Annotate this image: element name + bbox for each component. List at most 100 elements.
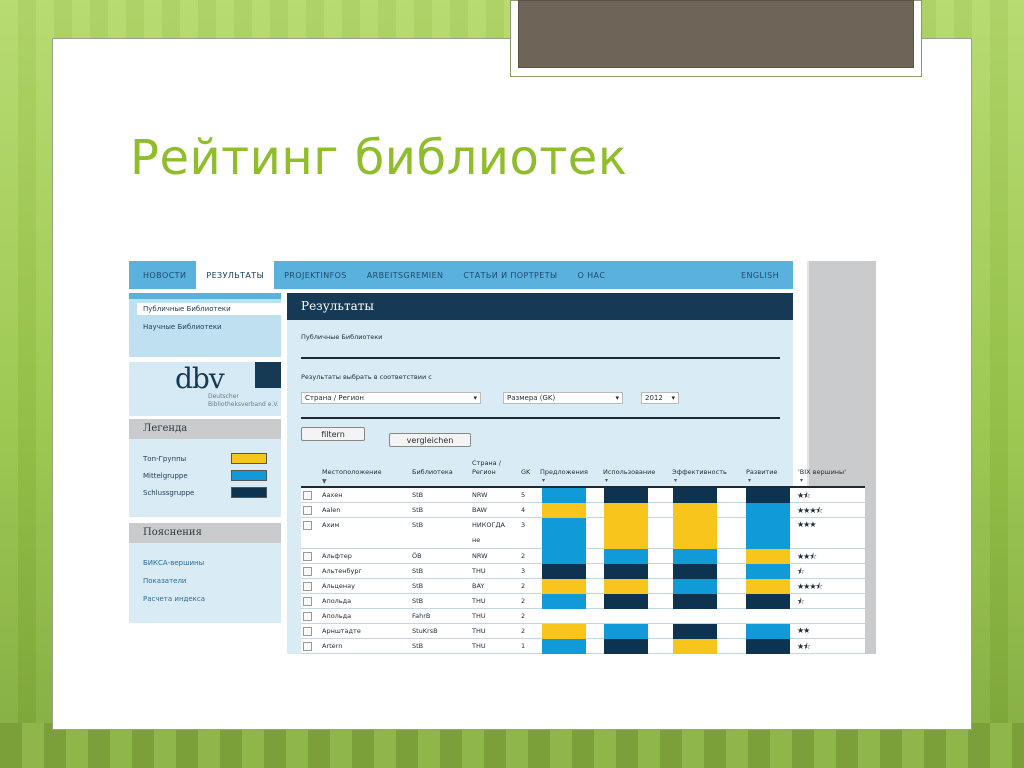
- col-development[interactable]: Развитие: [746, 468, 777, 476]
- year-select[interactable]: 2012 ▾: [641, 392, 679, 404]
- sidebar-item-scientific-libraries[interactable]: Научные Библиотеки: [143, 323, 222, 331]
- logo-subtitle: Deutscher Bibliotheksverband e.V.: [208, 393, 279, 409]
- cell-gk: 2: [521, 627, 526, 635]
- nav-item-news[interactable]: НОВОСТИ: [129, 261, 196, 289]
- link-bix-tops[interactable]: БИКСА-вершины: [143, 559, 204, 567]
- table-row[interactable]: Апольда FahrB THU 2: [301, 609, 865, 624]
- cell-library: StB: [412, 506, 424, 514]
- bix-stars: ★★★: [797, 520, 816, 529]
- region-select[interactable]: Страна / Регион ▾: [301, 392, 481, 404]
- cell-location: Ахим: [322, 521, 340, 529]
- top-nav: НОВОСТИ РЕЗУЛЬТАТЫ PROJEKTINFOS ARBEITSG…: [129, 261, 793, 289]
- col-library[interactable]: Библиотека: [412, 468, 453, 476]
- row-checkbox[interactable]: [303, 612, 312, 621]
- sort-arrow-icon[interactable]: ▾: [800, 477, 803, 484]
- link-index-calculation[interactable]: Расчета индекса: [143, 595, 205, 603]
- table-row[interactable]: Арнштадте StuKrsB THU 2 ★★: [301, 624, 865, 639]
- indicator-bar: [604, 594, 648, 609]
- cell-region: THU: [472, 567, 486, 575]
- cell-region: BAW: [472, 506, 487, 514]
- sort-arrow-icon[interactable]: ▾: [542, 477, 545, 484]
- col-location[interactable]: Местоположение: [322, 468, 382, 476]
- table-row[interactable]: Aalen StB BAW 4 ★★★⯪: [301, 503, 865, 518]
- indicator-bar: [746, 503, 790, 518]
- row-checkbox[interactable]: [303, 491, 312, 500]
- cell-location: Арнштадте: [322, 627, 361, 635]
- explanations-panel: БИКСА-вершины Показатели Расчета индекса: [129, 543, 281, 623]
- cell-region: THU: [472, 597, 486, 605]
- row-checkbox[interactable]: [303, 627, 312, 636]
- nav-item-arbeitsgremien[interactable]: ARBEITSGREMIEN: [357, 261, 454, 289]
- indicator-bar: [604, 564, 648, 579]
- row-checkbox[interactable]: [303, 506, 312, 515]
- col-region-line1[interactable]: Страна /: [472, 459, 501, 467]
- indicator-bar: [673, 549, 717, 564]
- logo-dark-block: [255, 362, 281, 388]
- table-row[interactable]: Альфтер ÖB NRW 2 ★★⯪: [301, 549, 865, 564]
- table-row[interactable]: Апольда StB THU 2 ⯪: [301, 594, 865, 609]
- col-usage[interactable]: Использование: [603, 468, 655, 476]
- bix-stars: ★★: [797, 626, 810, 635]
- compare-button[interactable]: vergleichen: [389, 433, 471, 447]
- indicator-bar: [542, 549, 586, 564]
- bix-stars: ★★★⯪: [797, 582, 823, 591]
- row-checkbox[interactable]: [303, 567, 312, 576]
- row-checkbox[interactable]: [303, 597, 312, 606]
- filter-label: Результаты выбрать в соответствии с: [301, 373, 432, 381]
- indicator-bar: [746, 518, 790, 549]
- photo-image: [518, 0, 914, 68]
- cell-library: FahrB: [412, 612, 431, 620]
- nav-item-results[interactable]: РЕЗУЛЬТАТЫ: [196, 261, 275, 289]
- indicator-bar: [746, 579, 790, 594]
- row-checkbox[interactable]: [303, 582, 312, 591]
- col-offers[interactable]: Предложения: [540, 468, 588, 476]
- sidebar-item-public-libraries[interactable]: Публичные Библиотеки: [137, 303, 281, 315]
- sort-arrow-icon[interactable]: ▼: [322, 478, 327, 485]
- cell-library: StB: [412, 582, 424, 590]
- col-gk[interactable]: GK: [521, 468, 530, 476]
- nav-item-english[interactable]: ENGLISH: [731, 261, 793, 289]
- cell-region-line2: не: [472, 536, 481, 544]
- indicator-bar: [542, 639, 586, 654]
- row-checkbox[interactable]: [303, 642, 312, 651]
- indicator-bar: [542, 594, 586, 609]
- logo-subtitle-line1: Deutscher: [208, 393, 239, 400]
- col-efficiency[interactable]: Эффективность: [672, 468, 727, 476]
- filter-button[interactable]: filtern: [301, 427, 365, 441]
- indicator-bar: [673, 594, 717, 609]
- nav-item-about[interactable]: О НАС: [567, 261, 615, 289]
- bix-stars: ⯪: [797, 567, 805, 576]
- nav-item-projektinfos[interactable]: PROJEKTINFOS: [274, 261, 357, 289]
- indicator-bar: [746, 639, 790, 654]
- indicator-bar: [673, 564, 717, 579]
- cell-location: Апольда: [322, 612, 352, 620]
- row-checkbox[interactable]: [303, 521, 312, 530]
- cell-gk: 5: [521, 491, 526, 499]
- table-row[interactable]: Ахим StB НИКОГДА не 3 ★★★: [301, 518, 865, 549]
- indicator-bar: [542, 518, 586, 549]
- divider: [301, 417, 780, 419]
- dbv-logo: dbv Deutscher Bibliotheksverband e.V.: [129, 362, 281, 416]
- col-bix[interactable]: 'BIX вершины': [798, 468, 846, 476]
- slide-title: Рейтинг библиотек: [130, 130, 628, 186]
- table-row[interactable]: Artern StB THU 1 ★⯪: [301, 639, 865, 654]
- nav-item-articles[interactable]: СТАТЬИ И ПОРТРЕТЫ: [453, 261, 567, 289]
- cell-gk: 2: [521, 552, 526, 560]
- table-row[interactable]: Аахен StB NRW 5 ★⯪: [301, 488, 865, 503]
- sort-arrow-icon[interactable]: ▾: [748, 477, 751, 484]
- table-row[interactable]: Альценау StB BAY 2 ★★★⯪: [301, 579, 865, 594]
- legend-label-schluss: Schlussgruppe: [143, 489, 195, 497]
- sort-arrow-icon[interactable]: ▾: [674, 477, 677, 484]
- row-checkbox[interactable]: [303, 552, 312, 561]
- size-select[interactable]: Размера (GK) ▾: [503, 392, 623, 404]
- sort-arrow-icon[interactable]: ▾: [605, 477, 608, 484]
- cell-gk: 1: [521, 642, 526, 650]
- cell-gk: 3: [521, 567, 526, 575]
- table-row[interactable]: Альтенбург StB THU 3 ⯪: [301, 564, 865, 579]
- indicator-bar: [746, 549, 790, 564]
- chevron-down-icon: ▾: [671, 394, 675, 402]
- cell-library: ÖB: [412, 552, 422, 560]
- col-region-line2[interactable]: Регион: [472, 468, 496, 476]
- legend-label-top: Топ-Группы: [143, 455, 187, 463]
- link-indicators[interactable]: Показатели: [143, 577, 186, 585]
